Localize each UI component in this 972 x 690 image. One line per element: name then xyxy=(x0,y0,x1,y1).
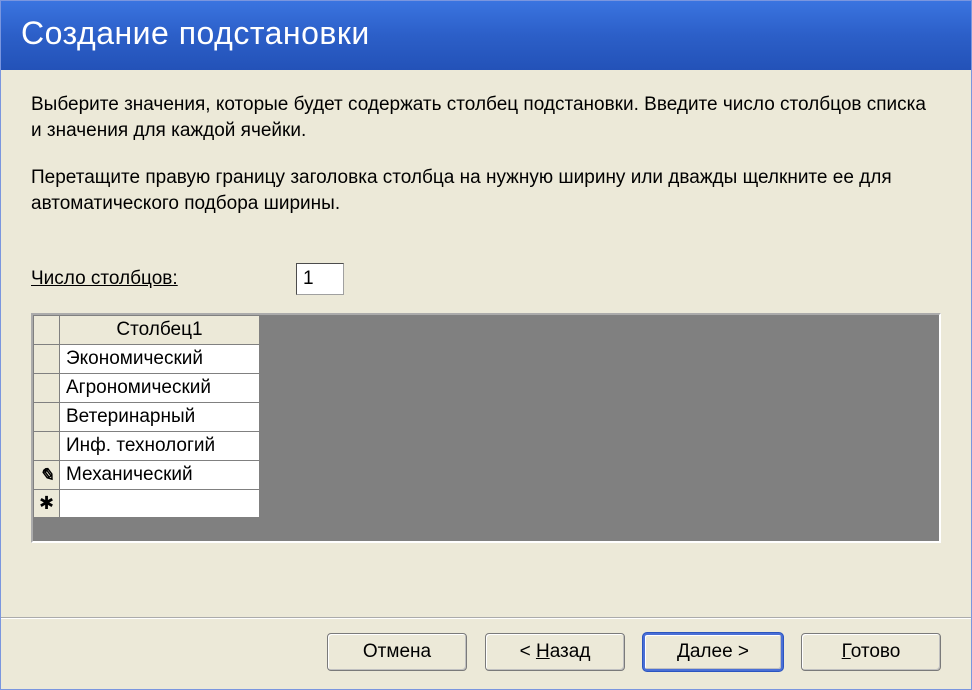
table-row[interactable]: Экономический xyxy=(34,344,260,373)
grid-cell[interactable]: Агрономический xyxy=(60,373,260,402)
pencil-icon: ✎ xyxy=(39,462,54,488)
column-header-1[interactable]: Столбец1 xyxy=(60,315,260,344)
back-button[interactable]: < Назад xyxy=(485,633,625,671)
window-title: Создание подстановки xyxy=(21,15,370,51)
table-row[interactable]: Ветеринарный xyxy=(34,402,260,431)
column-count-input[interactable] xyxy=(296,263,344,295)
finish-button[interactable]: Готово xyxy=(801,633,941,671)
grid-header-row: Столбец1 xyxy=(34,315,260,344)
row-selector[interactable] xyxy=(34,402,60,431)
grid-cell[interactable]: Ветеринарный xyxy=(60,402,260,431)
button-bar: Отмена < Назад Далее > Готово xyxy=(1,617,971,689)
titlebar: Создание подстановки xyxy=(1,1,971,70)
column-count-label: Число столбцов: xyxy=(31,268,296,290)
column-count-row: Число столбцов: xyxy=(31,263,941,295)
table-row[interactable]: ✱ xyxy=(34,489,260,517)
table-row[interactable]: Агрономический xyxy=(34,373,260,402)
values-grid-container: Столбец1 ЭкономическийАгрономическийВете… xyxy=(31,313,941,543)
cancel-button[interactable]: Отмена xyxy=(327,633,467,671)
new-row-star-icon: ✱ xyxy=(39,493,54,513)
row-selector[interactable] xyxy=(34,344,60,373)
client-area: Выберите значения, которые будет содержа… xyxy=(1,70,971,591)
row-selector[interactable]: ✎ xyxy=(34,460,60,489)
instruction-line-1: Выберите значения, которые будет содержа… xyxy=(31,92,941,143)
row-selector[interactable] xyxy=(34,431,60,460)
grid-cell[interactable]: Инф. технологий xyxy=(60,431,260,460)
instruction-line-2: Перетащите правую границу заголовка стол… xyxy=(31,165,941,216)
grid-cell[interactable]: Механический xyxy=(60,460,260,489)
instructions: Выберите значения, которые будет содержа… xyxy=(31,92,941,239)
grid-cell[interactable]: Экономический xyxy=(60,344,260,373)
cancel-button-label: Отмена xyxy=(363,641,431,662)
values-grid[interactable]: Столбец1 ЭкономическийАгрономическийВете… xyxy=(33,315,260,518)
row-selector[interactable] xyxy=(34,373,60,402)
wizard-window: Создание подстановки Выберите значения, … xyxy=(0,0,972,690)
table-row[interactable]: Инф. технологий xyxy=(34,431,260,460)
grid-cell[interactable] xyxy=(60,489,260,517)
table-row[interactable]: ✎Механический xyxy=(34,460,260,489)
row-selector-header[interactable] xyxy=(34,315,60,344)
next-button[interactable]: Далее > xyxy=(643,633,783,671)
row-selector[interactable]: ✱ xyxy=(34,489,60,517)
